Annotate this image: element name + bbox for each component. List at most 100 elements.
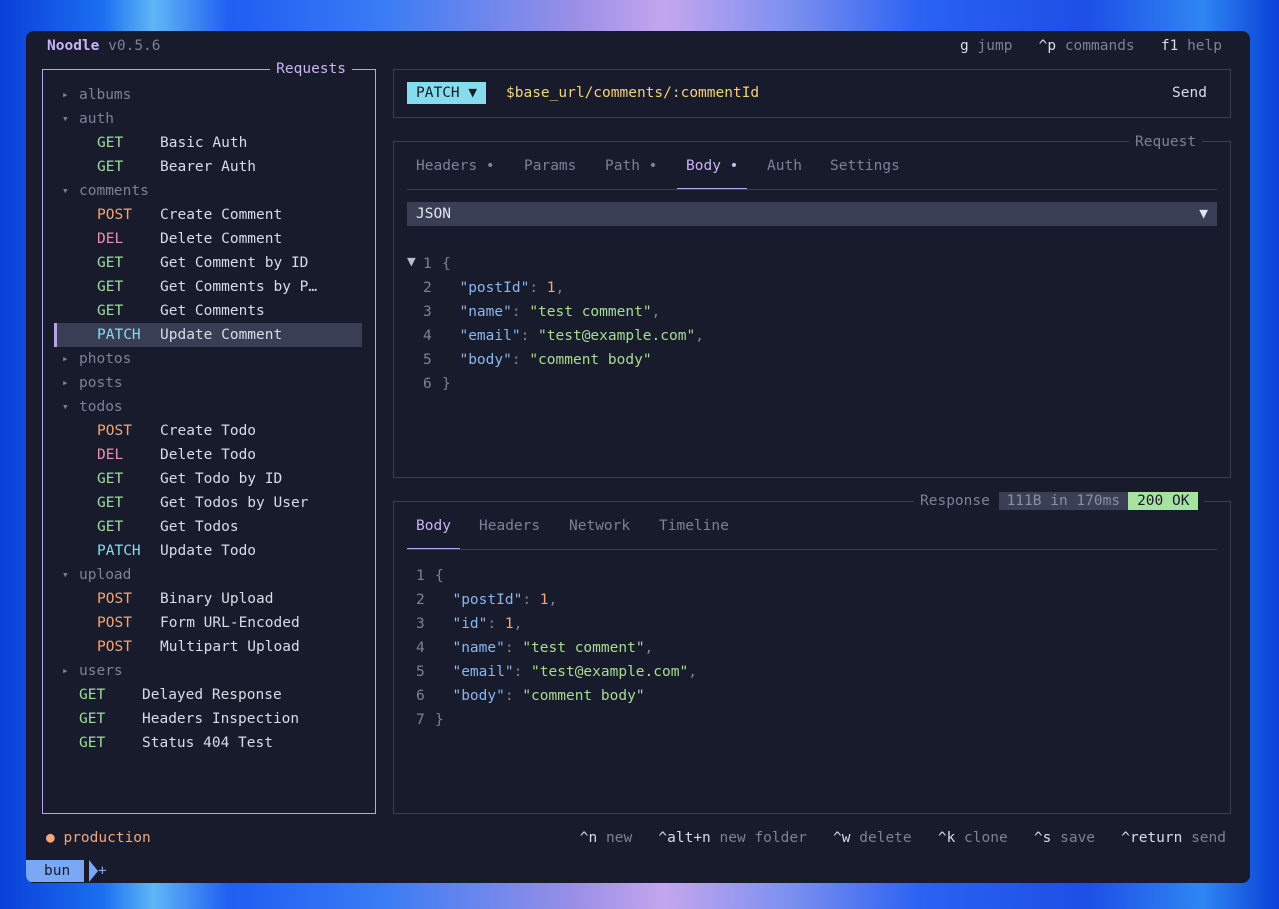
tree-request[interactable]: PATCH Update Comment: [54, 323, 362, 347]
line-number: 3: [423, 304, 432, 320]
tree-request[interactable]: POST Multipart Upload: [56, 635, 362, 659]
environment-label: production: [63, 830, 151, 846]
method-select[interactable]: PATCH ▼: [407, 82, 487, 104]
tree-folder[interactable]: ▾ todos: [56, 395, 362, 419]
request-tabs-divider: [407, 189, 1217, 190]
tab-settings[interactable]: Settings: [830, 156, 900, 176]
tab-label: Timeline: [659, 518, 729, 534]
tree-folder[interactable]: ▾ upload: [56, 563, 362, 587]
json-key: "postId": [459, 280, 530, 296]
line-number: 7: [416, 712, 425, 728]
environment-selector[interactable]: ● production: [46, 828, 151, 848]
tree-request[interactable]: POST Create Comment: [56, 203, 362, 227]
tree-request[interactable]: GET Get Todos: [56, 515, 362, 539]
request-name: Status 404 Test: [142, 735, 273, 751]
line-number: 3: [416, 616, 425, 632]
tree-folder[interactable]: ▸ albums: [56, 83, 362, 107]
tab-label: Body: [686, 158, 721, 174]
tree-request[interactable]: GET Get Comments: [56, 299, 362, 323]
line-number: 2: [416, 592, 425, 608]
tree-request[interactable]: PATCH Update Todo: [56, 539, 362, 563]
tree-request[interactable]: GET Bearer Auth: [56, 155, 362, 179]
tab-body[interactable]: Body: [416, 516, 451, 536]
tree-request[interactable]: GET Get Comments by P…: [56, 275, 362, 299]
tab-headers[interactable]: Headers: [479, 516, 540, 536]
chevron-right-icon: ▸: [62, 352, 69, 365]
tree-request[interactable]: POST Create Todo: [56, 419, 362, 443]
code-line: 7}: [416, 708, 697, 732]
request-body-editor[interactable]: 1{2 "postId": 1, 3 "name": "test comment"…: [423, 252, 704, 396]
footer-shortcuts: ^n new ^alt+n new folder ^w delete ^k cl…: [580, 828, 1226, 848]
tab-network[interactable]: Network: [569, 516, 630, 536]
response-body-viewer[interactable]: 1{2 "postId": 1, 3 "id": 1, 4 "name": "tes…: [416, 564, 697, 732]
shortcut-label: commands: [1064, 38, 1135, 54]
json-value: "test@example.com": [538, 328, 696, 344]
json-value: 1: [504, 616, 514, 632]
method-badge: GET: [97, 159, 124, 175]
top-shortcuts: g jump ^p commands f1 help: [960, 36, 1222, 56]
line-number: 6: [416, 688, 425, 704]
shortcut-save[interactable]: ^s save: [1034, 830, 1095, 846]
url-input[interactable]: $base_url/comments/:commentId: [506, 83, 759, 103]
code-line: 1{: [416, 564, 697, 588]
method-badge: POST: [97, 615, 132, 631]
tree-request[interactable]: DEL Delete Todo: [56, 443, 362, 467]
tree-request[interactable]: GET Headers Inspection: [56, 707, 362, 731]
shortcut-clone[interactable]: ^k clone: [938, 830, 1008, 846]
tree-request[interactable]: GET Get Todos by User: [56, 491, 362, 515]
tree-folder[interactable]: ▾ auth: [56, 107, 362, 131]
body-type-select[interactable]: JSON ▼: [407, 202, 1217, 226]
tree-request[interactable]: DEL Delete Comment: [56, 227, 362, 251]
brace: {: [442, 256, 451, 272]
method-badge: GET: [97, 495, 124, 511]
json-key: "name": [459, 304, 512, 320]
request-name: Get Todos: [160, 519, 239, 535]
tree-folder[interactable]: ▸ posts: [56, 371, 362, 395]
code-line: 6}: [423, 372, 704, 396]
tmux-status-bar: [26, 858, 1250, 883]
tree-request[interactable]: POST Binary Upload: [56, 587, 362, 611]
tab-headers[interactable]: Headers •: [416, 156, 495, 176]
request-name: Get Todos by User: [160, 495, 309, 511]
tree-folder[interactable]: ▾ comments: [56, 179, 362, 203]
tree-request[interactable]: GET Get Todo by ID: [56, 467, 362, 491]
folder-name: auth: [79, 111, 114, 127]
send-button[interactable]: Send: [1172, 83, 1207, 103]
tree-request[interactable]: GET Status 404 Test: [56, 731, 362, 755]
shortcut-label: help: [1187, 38, 1222, 54]
tmux-session[interactable]: bun: [26, 860, 85, 882]
shortcut-delete[interactable]: ^w delete: [833, 830, 912, 846]
tree-request[interactable]: GET Delayed Response: [56, 683, 362, 707]
shortcut-key: f1: [1160, 38, 1179, 54]
tree-folder[interactable]: ▸ users: [56, 659, 362, 683]
tree-folder[interactable]: ▸ photos: [56, 347, 362, 371]
fold-toggle-icon[interactable]: ▼: [407, 252, 416, 272]
json-key: "id": [452, 616, 488, 632]
tab-body[interactable]: Body •: [686, 156, 738, 176]
response-panel-title: Response: [920, 493, 990, 509]
tab-label: Auth: [767, 158, 802, 174]
chevron-down-icon: ▾: [62, 184, 69, 197]
json-key: "email": [459, 328, 521, 344]
shortcut-new[interactable]: ^n new: [580, 830, 632, 846]
tab-timeline[interactable]: Timeline: [659, 516, 729, 536]
tab-path[interactable]: Path •: [605, 156, 657, 176]
new-window-button[interactable]: +: [98, 861, 107, 881]
shortcut-new-folder[interactable]: ^alt+n new folder: [658, 830, 806, 846]
code-line: 6 "body": "comment body": [416, 684, 697, 708]
tab-params[interactable]: Params: [524, 156, 576, 176]
colon: :: [504, 688, 523, 704]
code-line: 3 "name": "test comment",: [423, 300, 704, 324]
request-name: Bearer Auth: [160, 159, 257, 175]
tree-request[interactable]: GET Basic Auth: [56, 131, 362, 155]
shortcut-send[interactable]: ^return send: [1121, 830, 1226, 846]
session-arrow-icon: [89, 860, 98, 882]
chevron-down-icon: ▼: [468, 85, 478, 101]
brace: {: [435, 568, 444, 584]
request-name: Get Todo by ID: [160, 471, 283, 487]
tree-request[interactable]: POST Form URL-Encoded: [56, 611, 362, 635]
tree-request[interactable]: GET Get Comment by ID: [56, 251, 362, 275]
method-badge: DEL: [97, 447, 124, 463]
request-name: Get Comment by ID: [160, 255, 309, 271]
tab-auth[interactable]: Auth: [767, 156, 802, 176]
